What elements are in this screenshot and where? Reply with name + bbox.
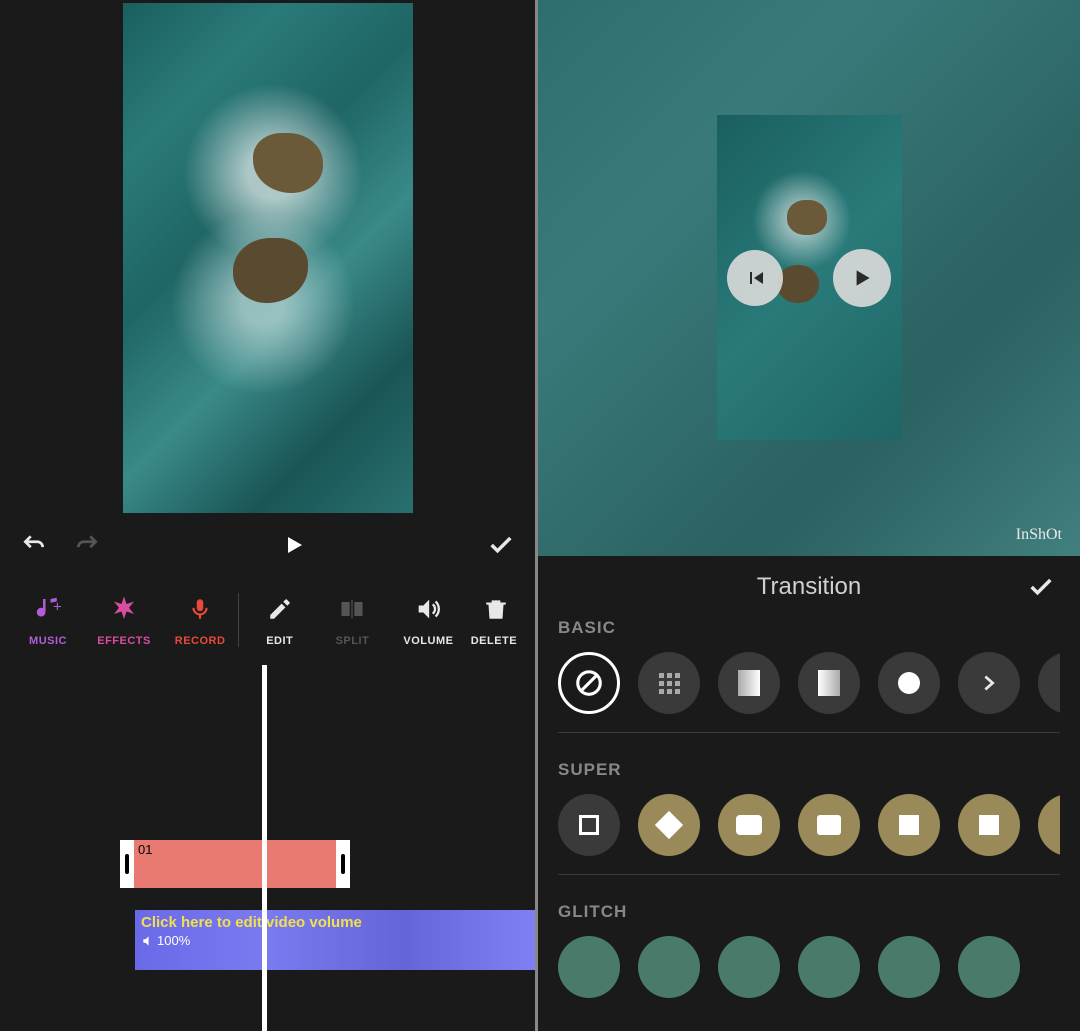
- panel-title: Transition: [757, 573, 861, 601]
- tool-volume[interactable]: VOLUME: [390, 593, 466, 647]
- preview-frame[interactable]: [123, 3, 413, 513]
- audio-track[interactable]: Click here to edit video volume 100%: [135, 910, 535, 970]
- transition-glitch-6[interactable]: [958, 936, 1020, 998]
- video-clip[interactable]: 01: [120, 840, 350, 888]
- clip-body[interactable]: 01: [134, 840, 336, 888]
- transition-fade-left[interactable]: [718, 652, 780, 714]
- transition-super-7[interactable]: [1038, 794, 1060, 856]
- tool-label: MUSIC: [29, 635, 67, 647]
- transition-super-3[interactable]: [718, 794, 780, 856]
- transition-glitch-3[interactable]: [718, 936, 780, 998]
- music-note-icon: +: [33, 593, 63, 625]
- split-icon: [338, 593, 366, 625]
- clip-index: 01: [138, 842, 152, 857]
- transition-none[interactable]: [558, 652, 620, 714]
- tool-label: DELETE: [471, 635, 521, 647]
- playhead[interactable]: [262, 665, 267, 1031]
- transition-arrow-right[interactable]: [958, 652, 1020, 714]
- microphone-icon: [187, 593, 213, 625]
- transition-glitch-5[interactable]: [878, 936, 940, 998]
- confirm-button[interactable]: [487, 531, 515, 559]
- tool-label: VOLUME: [403, 635, 453, 647]
- tool-music[interactable]: + MUSIC: [10, 593, 86, 647]
- transition-preview: InShOt: [538, 0, 1080, 556]
- transition-panel: InShOt Transition BASIC: [538, 0, 1080, 1031]
- play-button[interactable]: [280, 531, 308, 559]
- tool-edit[interactable]: EDIT: [238, 593, 314, 647]
- action-row: [0, 515, 535, 575]
- play-button[interactable]: [833, 249, 891, 307]
- starburst-icon: [109, 593, 139, 625]
- transition-glitch-4[interactable]: [798, 936, 860, 998]
- svg-text:+: +: [53, 599, 62, 616]
- transition-circle[interactable]: [878, 652, 940, 714]
- transition-more[interactable]: [1038, 652, 1060, 714]
- video-preview: [0, 0, 535, 515]
- undo-button[interactable]: [20, 531, 48, 559]
- section-glitch: GLITCH: [538, 902, 1080, 1031]
- tool-label: RECORD: [175, 635, 226, 647]
- audio-hint: Click here to edit video volume: [141, 914, 529, 931]
- transition-super-5[interactable]: [878, 794, 940, 856]
- volume-icon: [414, 593, 442, 625]
- transition-super-2[interactable]: [638, 794, 700, 856]
- watermark: InShOt: [1016, 526, 1062, 544]
- tool-delete[interactable]: DELETE: [466, 593, 525, 647]
- redo-button[interactable]: [73, 531, 101, 559]
- edit-toolbar: + MUSIC EFFECTS RECORD EDIT SPL: [0, 575, 535, 665]
- apply-button[interactable]: [1027, 573, 1055, 601]
- tool-label: EFFECTS: [97, 635, 151, 647]
- transition-dissolve[interactable]: [638, 652, 700, 714]
- transition-glitch-1[interactable]: [558, 936, 620, 998]
- transition-super-4[interactable]: [798, 794, 860, 856]
- tool-effects[interactable]: EFFECTS: [86, 593, 162, 647]
- clip-handle-left[interactable]: [120, 840, 134, 888]
- section-label: GLITCH: [558, 902, 1060, 922]
- trash-icon: [483, 593, 509, 625]
- section-label: BASIC: [558, 618, 1060, 638]
- prev-button[interactable]: [727, 250, 783, 306]
- transition-glitch-2[interactable]: [638, 936, 700, 998]
- transition-super-1[interactable]: [558, 794, 620, 856]
- transition-super-6[interactable]: [958, 794, 1020, 856]
- timeline[interactable]: 01 Click here to edit video volume 100% …: [0, 665, 535, 1031]
- audio-volume: 100%: [141, 933, 529, 948]
- tool-split[interactable]: SPLIT: [314, 593, 390, 647]
- section-label: SUPER: [558, 760, 1060, 780]
- section-basic: BASIC: [538, 618, 1080, 760]
- tool-label: EDIT: [266, 635, 293, 647]
- clip-handle-right[interactable]: [336, 840, 350, 888]
- editor-panel: + MUSIC EFFECTS RECORD EDIT SPL: [0, 0, 535, 1031]
- panel-header: Transition: [538, 556, 1080, 618]
- pencil-icon: [267, 593, 293, 625]
- tool-label: SPLIT: [336, 635, 370, 647]
- transition-fade-right[interactable]: [798, 652, 860, 714]
- tool-record[interactable]: RECORD: [162, 593, 238, 647]
- section-super: SUPER: [538, 760, 1080, 902]
